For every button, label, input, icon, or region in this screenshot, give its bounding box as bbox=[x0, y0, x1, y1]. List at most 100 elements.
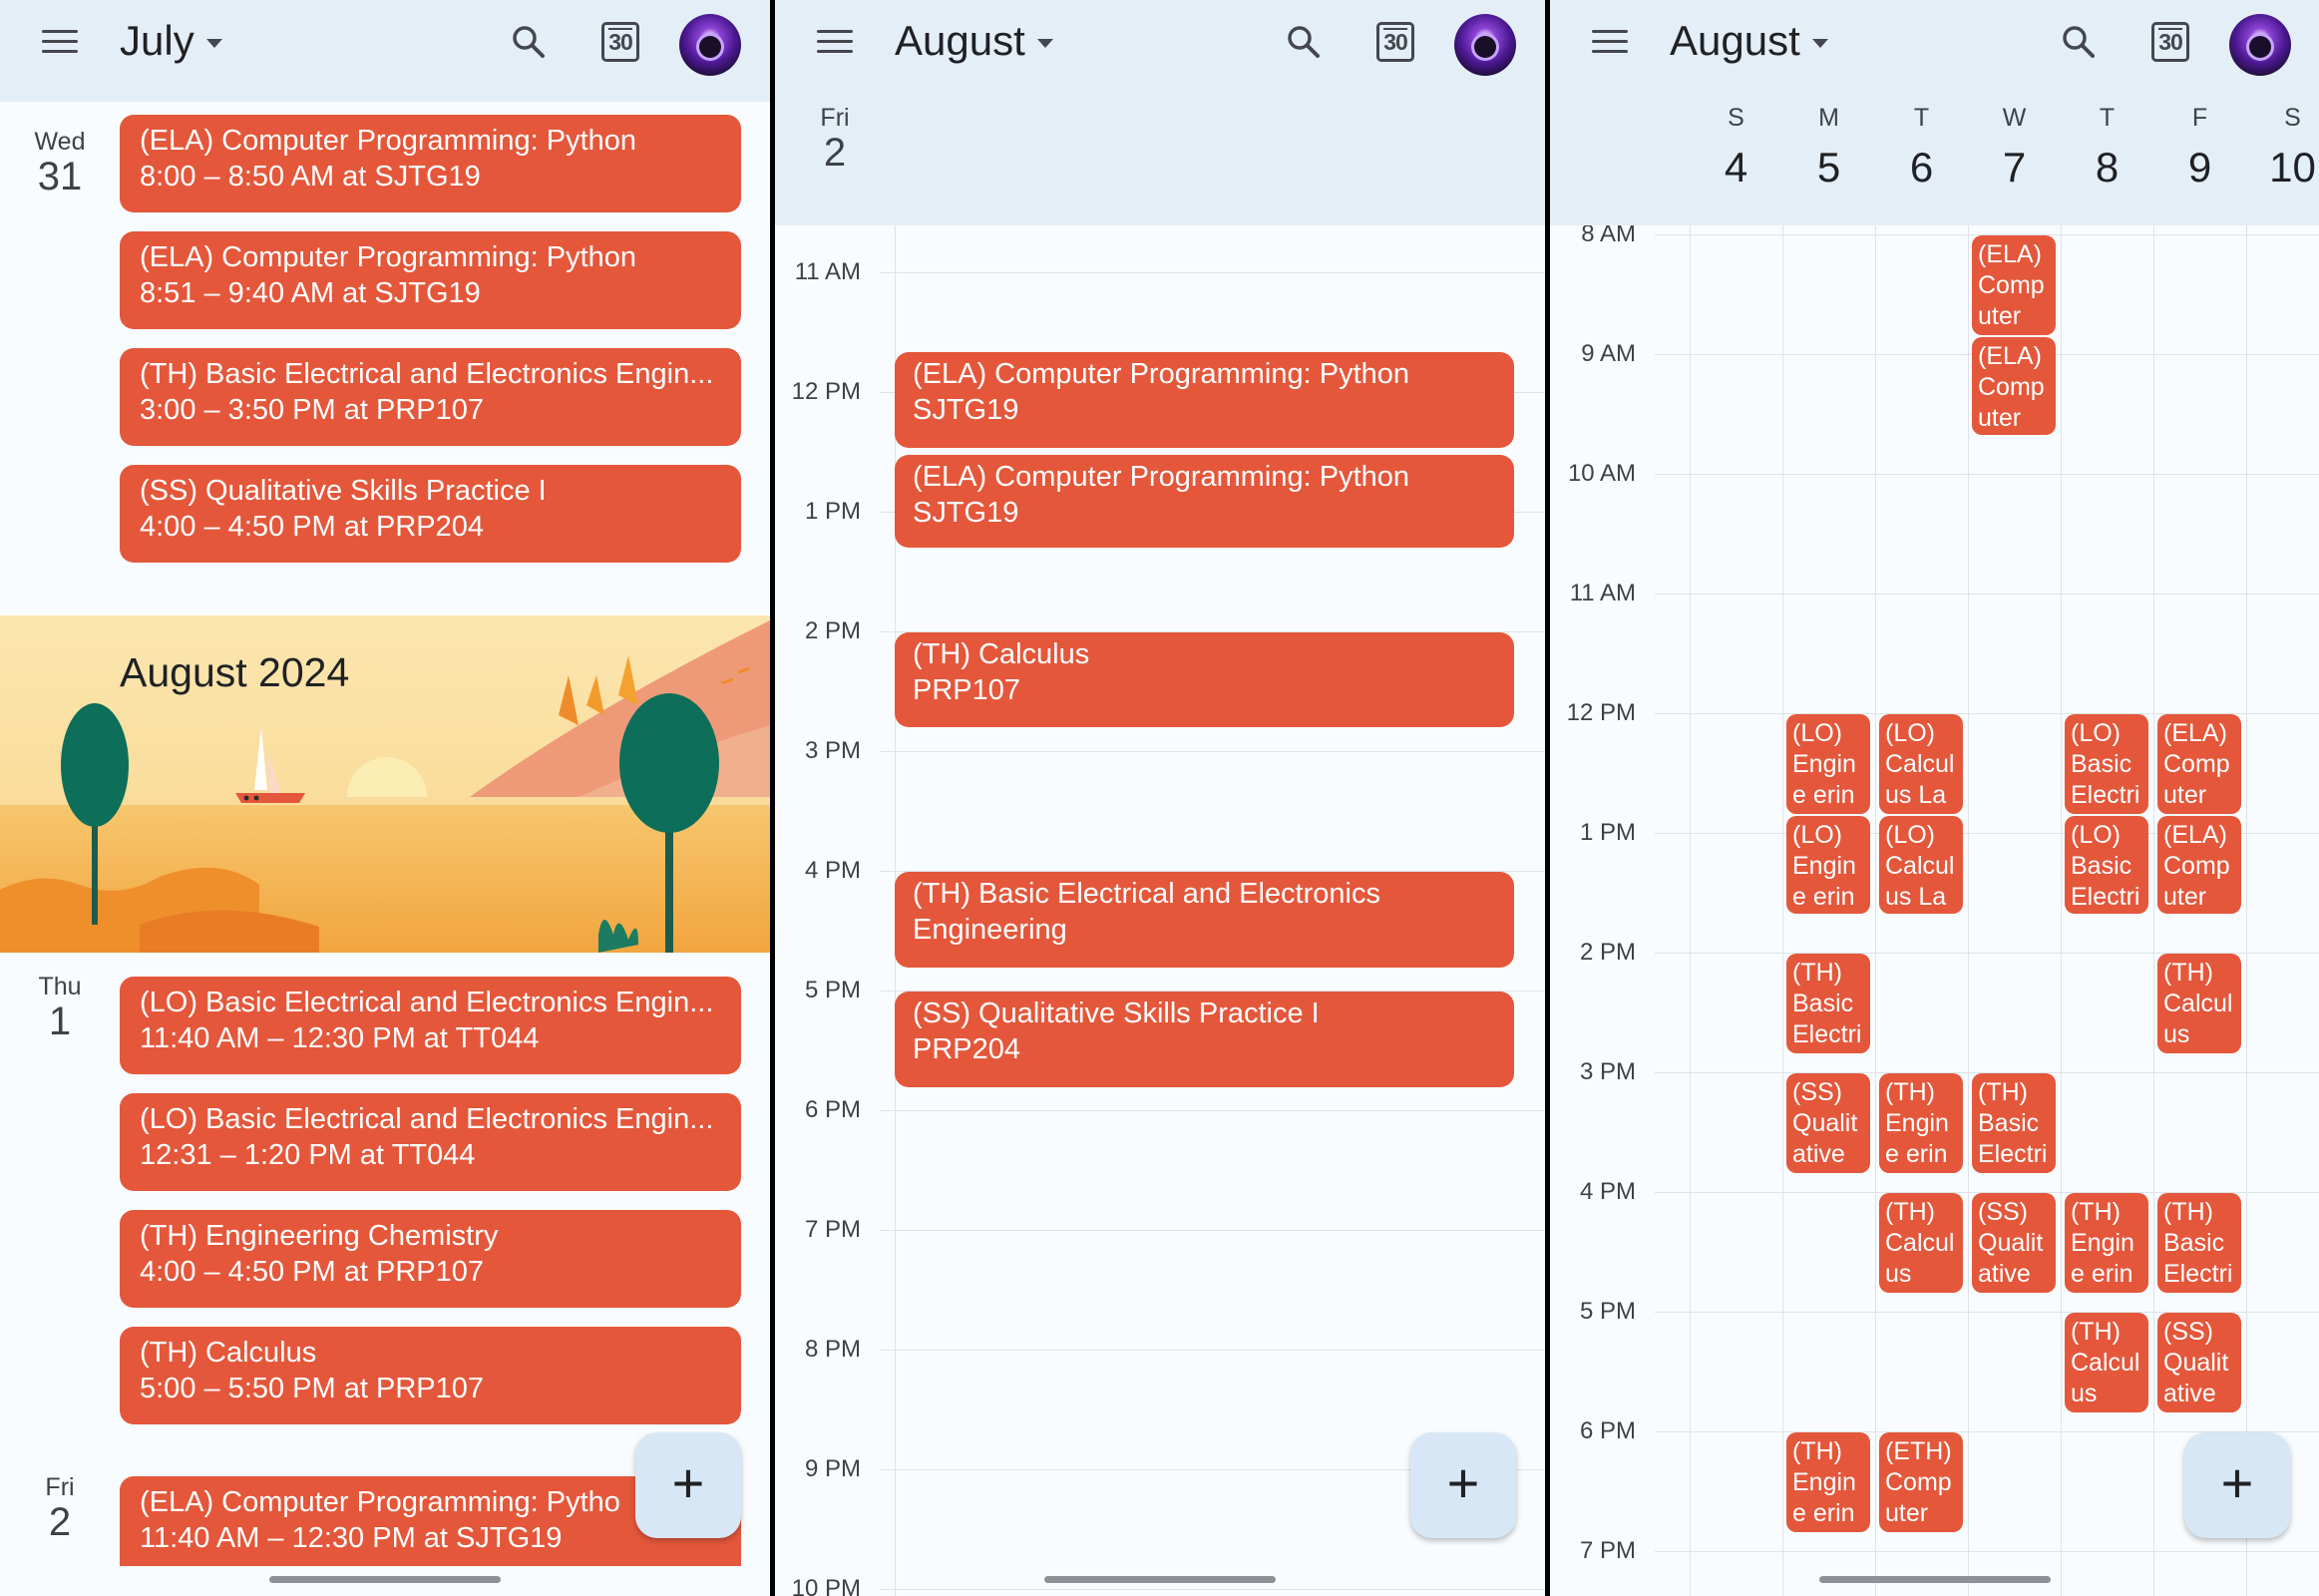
menu-icon[interactable] bbox=[817, 28, 853, 56]
gesture-handle[interactable] bbox=[269, 1576, 501, 1583]
date-number[interactable]: 7 bbox=[1985, 144, 2045, 192]
month-label: August bbox=[895, 17, 1025, 64]
event-chip[interactable]: (ELA) Comp uter bbox=[2157, 714, 2241, 814]
day-column-divider bbox=[2153, 225, 2154, 1596]
event-chip[interactable]: (TH) Engine ering bbox=[1879, 1073, 1963, 1173]
event-chip[interactable]: (SS) Qualit ative bbox=[2157, 1313, 2241, 1412]
hour-gridline bbox=[880, 1350, 1545, 1351]
hour-label: 5 PM bbox=[1579, 1298, 1636, 1325]
event-chip[interactable]: (TH) Engine ering bbox=[2065, 1193, 2148, 1293]
event-card[interactable]: (TH) Basic Electrical and Electronics En… bbox=[120, 348, 741, 446]
event-card[interactable]: (TH) Calculus PRP107 bbox=[895, 632, 1514, 727]
date-number[interactable]: 9 bbox=[2170, 144, 2230, 192]
search-icon[interactable] bbox=[509, 22, 549, 62]
today-icon[interactable]: 30 bbox=[601, 22, 639, 62]
day-column-divider bbox=[2061, 225, 2062, 1596]
app-bar: August 30 S 4 M 5 T 6 W 7 T 8 F 9 S 10 bbox=[1550, 0, 2319, 225]
month-selector[interactable]: July bbox=[120, 17, 222, 65]
event-title: (TH) Basic Electrical and Electronics En… bbox=[913, 878, 1380, 946]
event-chip[interactable]: (SS) Qualit ative bbox=[1972, 1193, 2056, 1293]
event-card[interactable]: (LO) Basic Electrical and Electronics En… bbox=[120, 977, 741, 1074]
month-selector[interactable]: August bbox=[895, 17, 1053, 65]
event-chip[interactable]: (LO) Calcul us Lab bbox=[1879, 714, 1963, 814]
event-card[interactable]: (ELA) Computer Programming: Python 8:51 –… bbox=[120, 231, 741, 329]
event-card[interactable]: (TH) Calculus 5:00 – 5:50 PM at PRP107 bbox=[120, 1327, 741, 1424]
weekday-label: M bbox=[1818, 104, 1839, 132]
hour-label: 6 PM bbox=[804, 1096, 861, 1123]
date-number[interactable]: 8 bbox=[2078, 144, 2137, 192]
app-bar: July 30 bbox=[0, 0, 770, 102]
hour-label: 3 PM bbox=[804, 737, 861, 764]
event-chip[interactable]: (TH) Basic Electri bbox=[2157, 1193, 2241, 1293]
search-icon[interactable] bbox=[2059, 22, 2099, 62]
event-card[interactable]: (TH) Basic Electrical and Electronics En… bbox=[895, 872, 1514, 968]
weekday-label: T bbox=[1913, 104, 1930, 132]
day-label: Wed 31 bbox=[34, 128, 86, 199]
gesture-handle[interactable] bbox=[1044, 1576, 1276, 1583]
event-card[interactable]: (SS) Qualitative Skills Practice I PRP204 bbox=[895, 992, 1514, 1087]
avatar[interactable] bbox=[679, 14, 741, 76]
avatar[interactable] bbox=[1454, 14, 1516, 76]
event-card[interactable]: (ELA) Computer Programming: Python 8:00 –… bbox=[120, 115, 741, 212]
day-column-divider bbox=[1968, 225, 1969, 1596]
event-chip[interactable]: (LO) Basic Electri bbox=[2065, 714, 2148, 814]
week-view-panel: 8 AM 9 AM 10 AM 11 AM 12 PM 1 PM 2 PM 3 PM 4 PM 5… bbox=[1550, 0, 2319, 1596]
date-number[interactable]: 5 bbox=[1799, 144, 1859, 192]
gesture-handle[interactable] bbox=[1819, 1576, 2051, 1583]
day-column-divider bbox=[1690, 225, 1691, 1596]
create-event-button[interactable]: + bbox=[1410, 1432, 1516, 1538]
event-chip[interactable]: (LO) Basic Electri bbox=[2065, 816, 2148, 914]
chevron-down-icon bbox=[205, 39, 222, 49]
hour-label: 10 PM bbox=[791, 1575, 861, 1596]
event-chip[interactable]: (LO) Calcul us Lab bbox=[1879, 816, 1963, 914]
hour-label: 2 PM bbox=[804, 617, 861, 644]
event-chip[interactable]: (LO) Engine ering bbox=[1786, 714, 1870, 814]
hour-label: 6 PM bbox=[1579, 1417, 1636, 1444]
event-chip[interactable]: (SS) Qualit ative bbox=[1786, 1073, 1870, 1173]
chevron-down-icon bbox=[1036, 39, 1053, 49]
date-number[interactable]: 6 bbox=[1892, 144, 1952, 192]
today-icon[interactable]: 30 bbox=[1376, 22, 1414, 62]
event-card[interactable]: (ELA) Computer Programming: Python SJTG19 bbox=[895, 352, 1514, 448]
event-chip[interactable]: (LO) Engine ering bbox=[1786, 816, 1870, 914]
hour-gridline bbox=[1655, 474, 2319, 475]
event-card[interactable]: (LO) Basic Electrical and Electronics En… bbox=[120, 1093, 741, 1191]
hour-label: 3 PM bbox=[1579, 1058, 1636, 1085]
event-card[interactable]: (SS) Qualitative Skills Practice I 4:00 –… bbox=[120, 465, 741, 563]
event-chip[interactable]: (ELA) Comp uter bbox=[1972, 235, 2056, 335]
event-card[interactable]: (TH) Engineering Chemistry 4:00 – 4:50 PM… bbox=[120, 1210, 741, 1308]
day-column-divider bbox=[2246, 225, 2247, 1596]
event-chip[interactable]: (TH) Basic Electri bbox=[1786, 954, 1870, 1053]
event-chip[interactable]: (ELA) Comp uter bbox=[2157, 816, 2241, 914]
event-chip[interactable]: (TH) Calcul us bbox=[2065, 1313, 2148, 1412]
month-label: July bbox=[120, 17, 194, 64]
event-chip[interactable]: (TH) Calcul us bbox=[2157, 954, 2241, 1053]
create-event-button[interactable]: + bbox=[635, 1432, 741, 1538]
month-banner: August 2024 bbox=[0, 615, 770, 953]
hour-label: 9 AM bbox=[1581, 340, 1636, 367]
event-card[interactable]: (ELA) Computer Programming: Python SJTG19 bbox=[895, 455, 1514, 548]
day-view-panel: August 30 Fri 2 11 AM 12 PM 1 PM 2 PM 3 PM 4 P… bbox=[775, 0, 1545, 1596]
hour-gridline bbox=[880, 1230, 1545, 1231]
search-icon[interactable] bbox=[1284, 22, 1324, 62]
hour-label: 8 PM bbox=[804, 1336, 861, 1363]
event-chip[interactable]: (ELA) Comp uter bbox=[1972, 337, 2056, 435]
event-chip[interactable]: (TH) Calcul us bbox=[1879, 1193, 1963, 1293]
event-chip[interactable]: (TH) Basic Electri bbox=[1972, 1073, 2056, 1173]
menu-icon[interactable] bbox=[1592, 28, 1628, 56]
date-number[interactable]: 4 bbox=[1707, 144, 1766, 192]
menu-icon[interactable] bbox=[42, 28, 78, 56]
month-selector[interactable]: August bbox=[1670, 17, 1828, 65]
event-chip[interactable]: (TH) Engine ering bbox=[1786, 1432, 1870, 1532]
date-number[interactable]: 10 bbox=[2263, 144, 2319, 192]
day-column-divider bbox=[1782, 225, 1783, 1596]
hour-label: 7 PM bbox=[1579, 1537, 1636, 1564]
app-bar: August 30 Fri 2 bbox=[775, 0, 1545, 225]
event-chip[interactable]: (ETH) Comp uter bbox=[1879, 1432, 1963, 1532]
today-icon[interactable]: 30 bbox=[2151, 22, 2189, 62]
hour-gridline bbox=[880, 272, 1545, 273]
avatar[interactable] bbox=[2229, 14, 2291, 76]
hour-label: 7 PM bbox=[804, 1216, 861, 1243]
create-event-button[interactable]: + bbox=[2184, 1432, 2290, 1538]
hour-label: 10 AM bbox=[1567, 460, 1636, 487]
